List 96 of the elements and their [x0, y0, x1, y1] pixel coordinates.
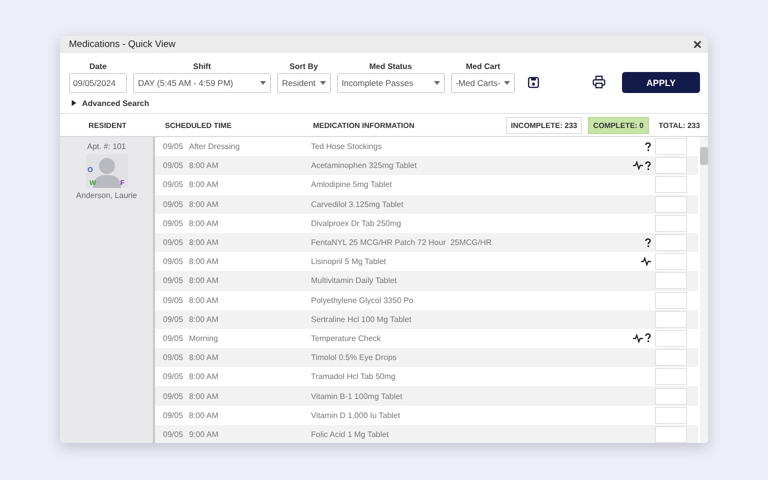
filter-label: Med Status	[369, 62, 412, 71]
initials-field[interactable]	[655, 388, 687, 405]
caret-icon	[260, 81, 266, 85]
save-icon[interactable]	[527, 76, 540, 89]
filter-label: Sort By	[290, 62, 318, 71]
caret-icon	[504, 81, 510, 85]
time-cell-text: 8:00 AM	[189, 372, 220, 382]
date-cell-text: 09/05	[162, 334, 184, 343]
date-cell-text: 09/05	[162, 314, 184, 324]
initials-field[interactable]	[655, 426, 687, 443]
initials-field[interactable]	[655, 349, 687, 366]
time-cell-text: 9:00 AM	[189, 430, 220, 439]
caret-icon	[434, 81, 440, 85]
date-cell-text: 09/05	[162, 353, 184, 362]
medication-name[interactable]: Vitamin D 1,000 Iu Tablet	[311, 410, 651, 420]
time-cell-text: 8:00 AM	[189, 353, 220, 362]
medication-name[interactable]: Multivitamin Daily Tablet	[311, 276, 651, 286]
initials-field[interactable]	[655, 157, 687, 174]
scrollbar[interactable]	[700, 137, 708, 443]
medication-name[interactable]: Divalproex Dr Tab 250mg	[311, 218, 651, 228]
date-cell-text: 09/05	[162, 180, 184, 190]
initials-field[interactable]	[655, 330, 687, 347]
filter-label: Shift	[193, 62, 211, 71]
scrollbar-thumb[interactable]	[700, 147, 708, 165]
close-icon[interactable]	[693, 40, 702, 49]
initials-field[interactable]	[655, 234, 687, 252]
time-cell-text: Morning	[189, 334, 219, 343]
medication-name[interactable]: Ted Hose Stockings	[311, 142, 645, 152]
initials-field[interactable]	[655, 214, 687, 232]
apartment-number: Apt. #: 101	[87, 142, 126, 151]
initials-field[interactable]	[655, 138, 687, 156]
dropdown[interactable]: DAY (5:45 AM - 4:59 PM)	[133, 73, 271, 93]
time-cell-text: 8:00 AM	[189, 314, 220, 324]
window-title: Medications - Quick View	[69, 39, 176, 50]
date-cell-text: 09/05	[162, 392, 184, 401]
initials-field[interactable]	[655, 292, 687, 309]
medication-name[interactable]: Acetaminophen 325mg Tablet	[311, 161, 633, 170]
time-cell-text: 8:00 AM	[189, 392, 220, 401]
initials-field[interactable]	[655, 310, 687, 328]
medication-name[interactable]: Lisinopril 5 Mg Tablet	[311, 257, 641, 266]
time-cell-text: 8:00 AM	[189, 238, 220, 248]
date-cell-text: 09/05	[162, 372, 184, 382]
pulse-icon[interactable]	[633, 334, 643, 343]
medication-name[interactable]: Vitamin B-1 100mg Tablet	[311, 392, 651, 401]
medication-name[interactable]: Tramadol Hcl Tab 50mg	[311, 372, 651, 382]
medication-name[interactable]: Folic Acid 1 Mg Tablet	[311, 430, 651, 439]
medication-name[interactable]: Polyethylene Glycol 3350 Po	[311, 296, 651, 305]
time-cell-text: 8:00 AM	[189, 180, 220, 190]
time-cell-text: 8:00 AM	[189, 200, 220, 209]
initials-field[interactable]	[655, 176, 687, 194]
initials-field[interactable]	[655, 196, 687, 213]
date-cell-text: 09/05	[162, 410, 184, 420]
time-cell-text: After Dressing	[189, 142, 241, 152]
initials-field[interactable]	[655, 253, 687, 270]
date-cell-text: 09/05	[162, 430, 184, 439]
date-cell-text: 09/05	[162, 200, 184, 209]
time-cell-text: 8:00 AM	[189, 218, 220, 228]
question-icon[interactable]	[645, 142, 651, 152]
medication-name[interactable]: Amlodipine 5mg Tablet	[311, 180, 651, 190]
question-icon[interactable]	[645, 333, 651, 344]
date-cell-text: 09/05	[162, 276, 184, 286]
resident-name[interactable]: Anderson, Laurie	[76, 191, 137, 200]
date-cell-text: 09/05	[162, 142, 184, 152]
question-icon[interactable]	[645, 238, 651, 248]
time-cell-text: 8:00 AM	[189, 257, 220, 266]
advanced-search-toggle[interactable]: Advanced Search	[60, 93, 160, 113]
pulse-icon[interactable]	[633, 161, 643, 170]
medication-name[interactable]: Carvedilol 3.125mg Tablet	[311, 200, 651, 209]
date-cell-text: 09/05	[162, 296, 184, 305]
time-cell-text: 8:00 AM	[189, 276, 220, 286]
time-cell-text: 8:00 AM	[189, 296, 220, 305]
caret-icon	[320, 81, 326, 85]
initials-field[interactable]	[655, 406, 687, 424]
dropdown[interactable]: -Med Carts-	[450, 73, 516, 93]
date-cell-text: 09/05	[162, 257, 184, 266]
time-cell-text: 8:00 AM	[189, 410, 220, 420]
medication-name[interactable]: Sertraline Hcl 100 Mg Tablet	[311, 314, 651, 324]
filter-label: Date	[89, 62, 107, 71]
question-icon[interactable]	[645, 160, 651, 171]
triangle-icon	[71, 100, 77, 106]
filter-label: Med Cart	[466, 62, 500, 71]
printer-icon[interactable]	[592, 75, 606, 89]
apply-button[interactable]: APPLY	[622, 72, 700, 93]
date-field[interactable]: 09/05/2024	[69, 73, 127, 93]
medication-name[interactable]: Temperature Check	[311, 334, 633, 343]
date-cell-text: 09/05	[162, 161, 184, 170]
time-cell-text: 8:00 AM	[189, 161, 220, 170]
initials-field[interactable]	[655, 368, 687, 386]
initials-field[interactable]	[655, 272, 687, 290]
pulse-icon[interactable]	[641, 257, 651, 266]
date-cell-text: 09/05	[162, 218, 184, 228]
date-cell-text: 09/05	[162, 238, 184, 248]
medication-name[interactable]: Timolol 0.5% Eye Drops	[311, 353, 651, 362]
dropdown[interactable]: Incomplete Passes	[336, 73, 445, 93]
medication-name[interactable]: FentaNYL 25 MCG/HR Patch 72 Hour 25MCG/HR	[311, 238, 645, 248]
dropdown[interactable]: Resident	[277, 73, 331, 93]
